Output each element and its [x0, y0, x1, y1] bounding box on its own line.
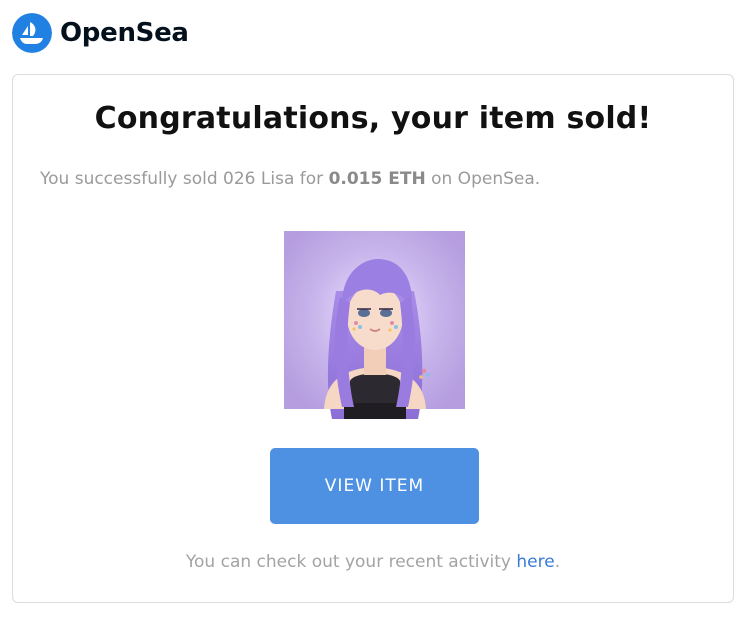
- recent-activity-link[interactable]: here: [516, 552, 554, 572]
- view-item-button[interactable]: VIEW ITEM: [270, 448, 479, 524]
- opensea-logo-icon[interactable]: [12, 13, 52, 53]
- message-suffix: on OpenSea.: [425, 169, 541, 189]
- footer-suffix: .: [554, 552, 561, 572]
- nft-illustration: [284, 231, 465, 421]
- headline: Congratulations, your item sold!: [94, 101, 652, 136]
- sale-amount: 0.015 ETH: [328, 169, 426, 189]
- footer-prefix: You can check out your recent activity: [185, 552, 517, 572]
- header: OpenSea: [12, 12, 189, 54]
- message-prefix: You successfully sold 026 Lisa for: [40, 169, 329, 189]
- recent-activity-text: You can check out your recent activity h…: [13, 552, 733, 572]
- nft-item-image[interactable]: [284, 231, 465, 421]
- email-card: Congratulations, your item sold! You suc…: [12, 74, 734, 603]
- brand-name: OpenSea: [60, 18, 189, 48]
- sale-message: You successfully sold 026 Lisa for 0.015…: [40, 169, 540, 189]
